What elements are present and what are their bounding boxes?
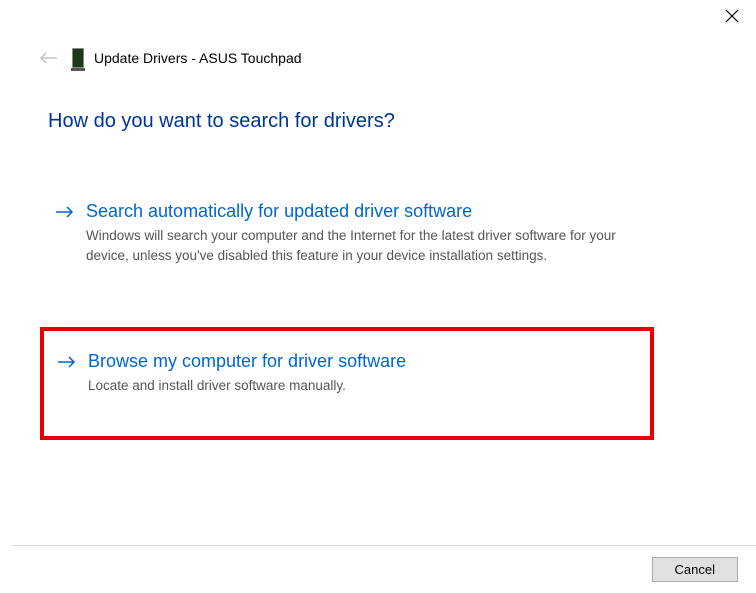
option-search-automatically[interactable]: Search automatically for updated driver … xyxy=(48,191,708,277)
option-browse-computer[interactable]: Browse my computer for driver software L… xyxy=(50,341,644,406)
highlight-annotation: Browse my computer for driver software L… xyxy=(40,327,654,440)
close-icon xyxy=(725,9,739,28)
arrow-right-icon xyxy=(58,352,76,374)
close-button[interactable] xyxy=(716,4,748,32)
content-area: How do you want to search for drivers? S… xyxy=(48,110,708,440)
window-header: Update Drivers - ASUS Touchpad xyxy=(40,48,302,68)
page-heading: How do you want to search for drivers? xyxy=(48,110,708,133)
device-icon xyxy=(72,48,84,68)
option-body: Search automatically for updated driver … xyxy=(86,201,700,267)
title-row: Update Drivers - ASUS Touchpad xyxy=(72,48,302,68)
option-description: Windows will search your computer and th… xyxy=(86,226,626,267)
option-description: Locate and install driver software manua… xyxy=(88,376,628,396)
option-title: Search automatically for updated driver … xyxy=(86,201,700,222)
option-body: Browse my computer for driver software L… xyxy=(88,351,636,396)
cancel-button[interactable]: Cancel xyxy=(652,557,738,582)
footer-bar: Cancel xyxy=(12,545,756,593)
option-title: Browse my computer for driver software xyxy=(88,351,636,372)
window-title: Update Drivers - ASUS Touchpad xyxy=(94,50,302,66)
arrow-right-icon xyxy=(56,202,74,224)
back-arrow-icon[interactable] xyxy=(40,49,58,67)
